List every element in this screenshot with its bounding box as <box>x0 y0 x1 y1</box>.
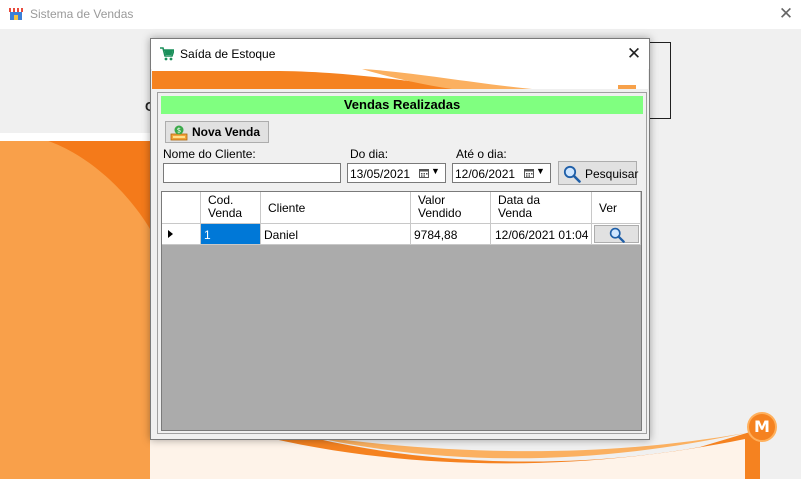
search-icon <box>563 165 581 183</box>
money-icon: $ <box>170 125 188 141</box>
calendar-icon <box>419 169 429 178</box>
new-sale-button[interactable]: $ Nova Venda <box>165 121 269 143</box>
cell-valor[interactable]: 9784,88 <box>411 224 491 245</box>
from-date-picker[interactable]: 13/05/2021 ▼ <box>347 163 446 183</box>
cell-ver[interactable] <box>592 224 641 245</box>
sales-grid[interactable]: Cod. Venda Cliente Valor Vendido Data da… <box>161 191 642 431</box>
cell-text: 1 <box>204 228 211 242</box>
cell-text: 9784,88 <box>414 228 458 242</box>
chevron-down-icon[interactable]: ▼ <box>431 166 440 176</box>
cell-cliente[interactable]: Daniel <box>261 224 411 245</box>
cart-icon <box>160 47 174 61</box>
column-header-label: Valor Vendido <box>418 193 462 220</box>
cell-cod[interactable]: 1 <box>201 224 261 245</box>
dialog-close-button[interactable]: ✕ <box>623 43 645 65</box>
to-date-picker[interactable]: 12/06/2021 ▼ <box>452 163 551 183</box>
chevron-down-icon[interactable]: ▼ <box>536 166 545 176</box>
sales-panel: Vendas Realizadas $ Nova Venda Nome do C… <box>157 92 647 434</box>
banner-wave <box>152 69 648 89</box>
magnifier-icon <box>609 227 625 243</box>
dialog-title: Saída de Estoque <box>180 47 276 61</box>
column-header-label: Cliente <box>268 201 306 215</box>
main-titlebar: Sistema de Vendas ✕ <box>0 0 801 29</box>
column-header-data[interactable]: Data da Venda <box>491 192 592 224</box>
to-date-label: Até o dia: <box>456 147 507 161</box>
current-row-arrow-icon <box>168 230 173 238</box>
column-header-label: Ver <box>599 201 618 215</box>
search-button[interactable]: Pesquisar <box>558 161 639 185</box>
column-header-ver[interactable]: Ver <box>592 192 641 224</box>
from-date-value: 13/05/2021 <box>350 167 411 181</box>
table-row[interactable]: 1 Daniel 9784,88 12/06/2021 01:04 <box>162 224 641 245</box>
svg-text:$: $ <box>177 127 181 135</box>
cell-text: 12/06/2021 01:04 <box>495 228 589 242</box>
column-header-cod[interactable]: Cod. Venda <box>201 192 261 224</box>
calendar-icon <box>524 169 534 178</box>
view-sale-button[interactable] <box>594 225 639 243</box>
partial-frame <box>650 42 671 119</box>
client-name-input[interactable] <box>163 163 341 183</box>
search-button-label: Pesquisar <box>585 167 639 181</box>
dialog-banner <box>152 69 648 89</box>
store-icon <box>9 8 23 20</box>
main-window-title: Sistema de Vendas <box>30 7 134 21</box>
column-header-label: Data da Venda <box>498 193 541 220</box>
brand-logo-icon: M <box>747 412 777 442</box>
column-header-valor[interactable]: Valor Vendido <box>411 192 491 224</box>
cell-data[interactable]: 12/06/2021 01:04 <box>491 224 592 245</box>
row-header-corner <box>162 192 201 224</box>
main-close-button[interactable]: ✕ <box>776 3 796 25</box>
row-header[interactable] <box>162 224 201 245</box>
column-header-label: Cod. Venda <box>208 193 243 220</box>
from-date-label: Do dia: <box>350 147 389 161</box>
new-sale-label: Nova Venda <box>192 125 261 139</box>
to-date-value: 12/06/2021 <box>455 167 516 181</box>
cell-text: Daniel <box>264 228 299 242</box>
client-name-label: Nome do Cliente: <box>163 147 256 161</box>
dialog-titlebar: Saída de Estoque ✕ <box>151 39 649 69</box>
grid-header: Cod. Venda Cliente Valor Vendido Data da… <box>162 192 641 224</box>
stock-exit-dialog: Saída de Estoque ✕ Vendas Realizadas $ N… <box>150 38 650 440</box>
column-header-cliente[interactable]: Cliente <box>261 192 411 224</box>
section-header: Vendas Realizadas <box>161 96 643 114</box>
